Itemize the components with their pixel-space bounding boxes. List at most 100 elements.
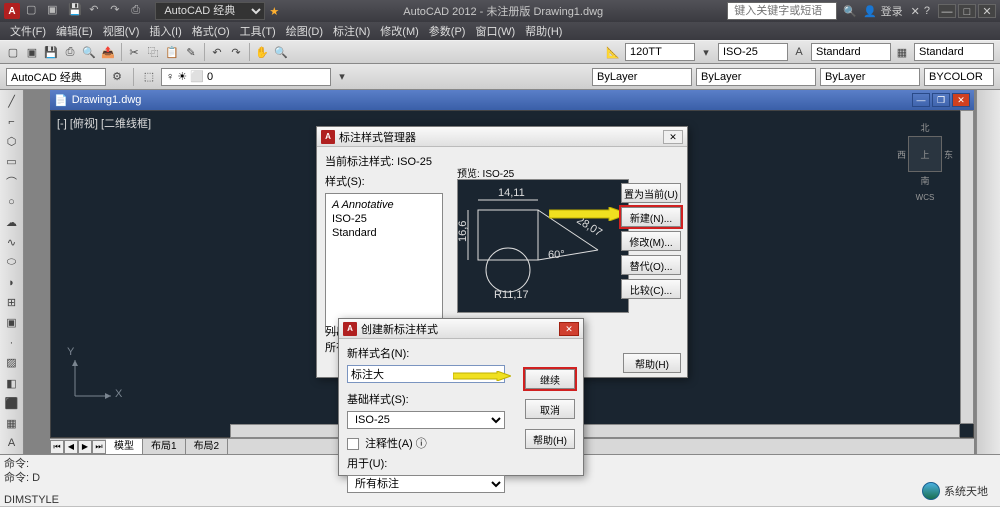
continue-button[interactable]: 继续 — [525, 369, 575, 389]
dim-combo-2[interactable] — [718, 43, 788, 61]
match-icon[interactable]: ✎ — [182, 43, 200, 61]
style-listbox[interactable]: A Annotative ISO-25 Standard — [325, 193, 443, 333]
modify-button[interactable]: 修改(M)... — [621, 231, 681, 251]
undo-icon[interactable]: ↶ — [89, 3, 105, 19]
revcloud-icon[interactable]: ☁ — [1, 213, 23, 232]
preview-icon[interactable]: 🔍 — [80, 43, 98, 61]
favorite-icon[interactable]: ★ — [269, 5, 279, 18]
polyline-icon[interactable]: ⌐ — [1, 112, 23, 131]
user-icon[interactable]: 👤 — [863, 5, 877, 18]
cancel-button[interactable]: 取消 — [525, 399, 575, 419]
lineweight-combo[interactable] — [820, 68, 920, 86]
publish-icon[interactable]: 📤 — [99, 43, 117, 61]
redo-icon[interactable]: ↷ — [110, 3, 126, 19]
doc-restore-button[interactable]: ❐ — [932, 93, 950, 107]
point-icon[interactable]: · — [1, 333, 23, 352]
scrollbar-vertical[interactable] — [960, 110, 974, 424]
menu-help[interactable]: 帮助(H) — [521, 22, 566, 40]
gear-icon[interactable]: ⚙ — [108, 68, 126, 86]
maximize-button[interactable]: □ — [958, 4, 976, 18]
new-button[interactable]: 新建(N)... — [621, 207, 681, 227]
menu-dimension[interactable]: 标注(N) — [329, 22, 374, 40]
save-icon[interactable]: 💾 — [42, 43, 60, 61]
compare-button[interactable]: 比较(C)... — [621, 279, 681, 299]
close-button[interactable]: ✕ — [978, 4, 996, 18]
dimstyle-icon[interactable]: ▾ — [697, 43, 715, 61]
annotative-checkbox[interactable] — [347, 438, 359, 450]
print-icon[interactable]: ⎙ — [61, 43, 79, 61]
tab-layout1[interactable]: 布局1 — [143, 439, 186, 454]
ellipse-arc-icon[interactable]: ◗ — [1, 273, 23, 292]
doc-close-button[interactable]: ✕ — [952, 93, 970, 107]
region-icon[interactable]: ⬛ — [1, 394, 23, 413]
mtext-icon[interactable]: A — [1, 434, 23, 453]
dialog-titlebar[interactable]: A 标注样式管理器 ✕ — [317, 127, 687, 147]
open-icon[interactable]: ▣ — [47, 3, 63, 19]
menu-tools[interactable]: 工具(T) — [236, 22, 280, 40]
linetype-combo[interactable] — [696, 68, 816, 86]
ellipse-icon[interactable]: ⬭ — [1, 253, 23, 272]
tab-model[interactable]: 模型 — [106, 439, 143, 454]
dim-icon[interactable]: 📐 — [604, 43, 622, 61]
gradient-icon[interactable]: ◧ — [1, 374, 23, 393]
dim-combo-1[interactable] — [625, 43, 695, 61]
tab-layout2[interactable]: 布局2 — [186, 439, 229, 454]
new-icon[interactable]: ▢ — [26, 3, 42, 19]
color-combo[interactable] — [592, 68, 692, 86]
dialog2-close-button[interactable]: ✕ — [559, 322, 579, 336]
base-style-combo[interactable]: ISO-25 — [347, 411, 505, 429]
style-item[interactable]: ISO-25 — [330, 212, 438, 226]
exchange-icon[interactable]: ✕ — [911, 5, 920, 18]
search-input[interactable] — [727, 2, 837, 20]
menu-insert[interactable]: 插入(I) — [145, 22, 185, 40]
minimize-button[interactable]: — — [938, 4, 956, 18]
help-button[interactable]: 帮助(H) — [623, 353, 681, 373]
dialog-close-button[interactable]: ✕ — [663, 130, 683, 144]
style-item[interactable]: A Annotative — [330, 198, 438, 212]
circle-icon[interactable]: ○ — [1, 193, 23, 212]
copy-icon[interactable]: ⿻ — [144, 43, 162, 61]
menu-view[interactable]: 视图(V) — [99, 22, 144, 40]
tab-next-icon[interactable]: ▶ — [78, 440, 92, 454]
textstyle-combo[interactable] — [811, 43, 891, 61]
menu-parametric[interactable]: 参数(P) — [425, 22, 470, 40]
help-icon[interactable]: ? — [924, 5, 930, 17]
help-button[interactable]: 帮助(H) — [525, 429, 575, 449]
paste-icon[interactable]: 📋 — [163, 43, 181, 61]
menu-format[interactable]: 格式(O) — [188, 22, 234, 40]
tab-prev-icon[interactable]: ◀ — [64, 440, 78, 454]
print-icon[interactable]: ⎙ — [131, 4, 147, 20]
line-icon[interactable]: ╱ — [1, 92, 23, 111]
workspace-combo[interactable] — [6, 68, 106, 86]
hatch-icon[interactable]: ▨ — [1, 353, 23, 372]
menu-edit[interactable]: 编辑(E) — [52, 22, 97, 40]
spline-icon[interactable]: ∿ — [1, 233, 23, 252]
plotstyle-combo[interactable] — [924, 68, 994, 86]
tab-first-icon[interactable]: ⏮ — [50, 440, 64, 454]
layer-combo[interactable] — [161, 68, 331, 86]
textstyle-icon[interactable]: A — [790, 43, 808, 61]
viewcube[interactable]: 北 西 上 东 南 WCS — [897, 121, 953, 191]
polygon-icon[interactable]: ⬡ — [1, 132, 23, 151]
use-for-combo[interactable]: 所有标注 — [347, 475, 505, 493]
dialog2-titlebar[interactable]: A 创建新标注样式 ✕ — [339, 319, 583, 339]
arc-icon[interactable]: ⌒ — [1, 172, 23, 191]
redo-icon[interactable]: ↷ — [227, 43, 245, 61]
insert-icon[interactable]: ⊞ — [1, 293, 23, 312]
open-icon[interactable]: ▣ — [23, 43, 41, 61]
tablestyle-combo[interactable] — [914, 43, 994, 61]
tab-last-icon[interactable]: ⏭ — [92, 440, 106, 454]
login-label[interactable]: 登录 — [881, 3, 903, 19]
tablestyle-icon[interactable]: ▦ — [893, 43, 911, 61]
style-item[interactable]: Standard — [330, 226, 438, 240]
layer-icon[interactable]: ⬚ — [140, 68, 158, 86]
viewport-label[interactable]: [-] [俯视] [二维线框] — [57, 115, 151, 131]
block-icon[interactable]: ▣ — [1, 313, 23, 332]
save-icon[interactable]: 💾 — [68, 3, 84, 19]
app-logo[interactable]: A — [4, 3, 20, 19]
doc-minimize-button[interactable]: — — [912, 93, 930, 107]
rectangle-icon[interactable]: ▭ — [1, 152, 23, 171]
table-icon[interactable]: ▦ — [1, 414, 23, 433]
menu-modify[interactable]: 修改(M) — [376, 22, 423, 40]
zoom-icon[interactable]: 🔍 — [272, 43, 290, 61]
